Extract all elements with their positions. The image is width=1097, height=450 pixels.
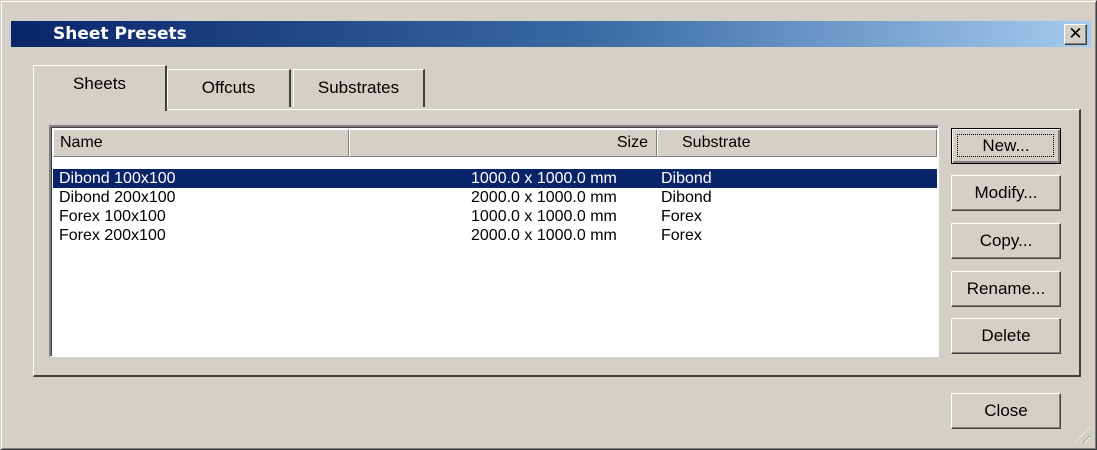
copy-button[interactable]: Copy... bbox=[951, 223, 1061, 259]
delete-button[interactable]: Delete bbox=[951, 318, 1061, 354]
tab-offcuts[interactable]: Offcuts bbox=[167, 69, 291, 107]
resize-grip-icon[interactable] bbox=[1074, 427, 1090, 443]
column-header-size[interactable]: Size bbox=[349, 129, 657, 157]
close-icon[interactable]: ✕ bbox=[1064, 24, 1087, 45]
row-name: Dibond 200x100 bbox=[59, 189, 176, 206]
sheet-presets-dialog: Sheet Presets ✕ Sheets Offcuts Substrate… bbox=[0, 0, 1097, 450]
row-substrate: Dibond bbox=[661, 189, 712, 206]
row-size: 1000.0 x 1000.0 mm bbox=[471, 170, 617, 187]
row-name: Forex 100x100 bbox=[59, 208, 166, 225]
row-name: Dibond 100x100 bbox=[59, 170, 176, 187]
new-button[interactable]: New... bbox=[951, 128, 1061, 164]
tab-substrates[interactable]: Substrates bbox=[293, 69, 425, 107]
rename-button[interactable]: Rename... bbox=[951, 271, 1061, 307]
title-bar[interactable]: Sheet Presets ✕ bbox=[11, 21, 1091, 47]
row-substrate: Forex bbox=[661, 208, 702, 225]
row-substrate: Dibond bbox=[661, 170, 712, 187]
row-substrate: Forex bbox=[661, 227, 702, 244]
row-size: 2000.0 x 1000.0 mm bbox=[471, 227, 617, 244]
list-row[interactable]: Dibond 100x100 1000.0 x 1000.0 mm Dibond bbox=[53, 169, 937, 188]
column-header-substrate[interactable]: Substrate bbox=[657, 129, 937, 157]
focus-rect bbox=[957, 134, 1054, 157]
close-button[interactable]: Close bbox=[951, 393, 1061, 429]
list-row[interactable]: Dibond 200x100 2000.0 x 1000.0 mm Dibond bbox=[53, 188, 937, 207]
sheets-list[interactable]: Name Size Substrate Dibond 100x100 1000.… bbox=[49, 125, 939, 357]
list-row[interactable]: Forex 100x100 1000.0 x 1000.0 mm Forex bbox=[53, 207, 937, 226]
row-name: Forex 200x100 bbox=[59, 227, 166, 244]
window-title: Sheet Presets bbox=[53, 24, 187, 44]
list-row[interactable]: Forex 200x100 2000.0 x 1000.0 mm Forex bbox=[53, 226, 937, 245]
modify-button[interactable]: Modify... bbox=[951, 175, 1061, 211]
tab-sheets[interactable]: Sheets bbox=[33, 65, 167, 111]
row-size: 2000.0 x 1000.0 mm bbox=[471, 189, 617, 206]
row-size: 1000.0 x 1000.0 mm bbox=[471, 208, 617, 225]
column-header-name[interactable]: Name bbox=[53, 129, 349, 157]
